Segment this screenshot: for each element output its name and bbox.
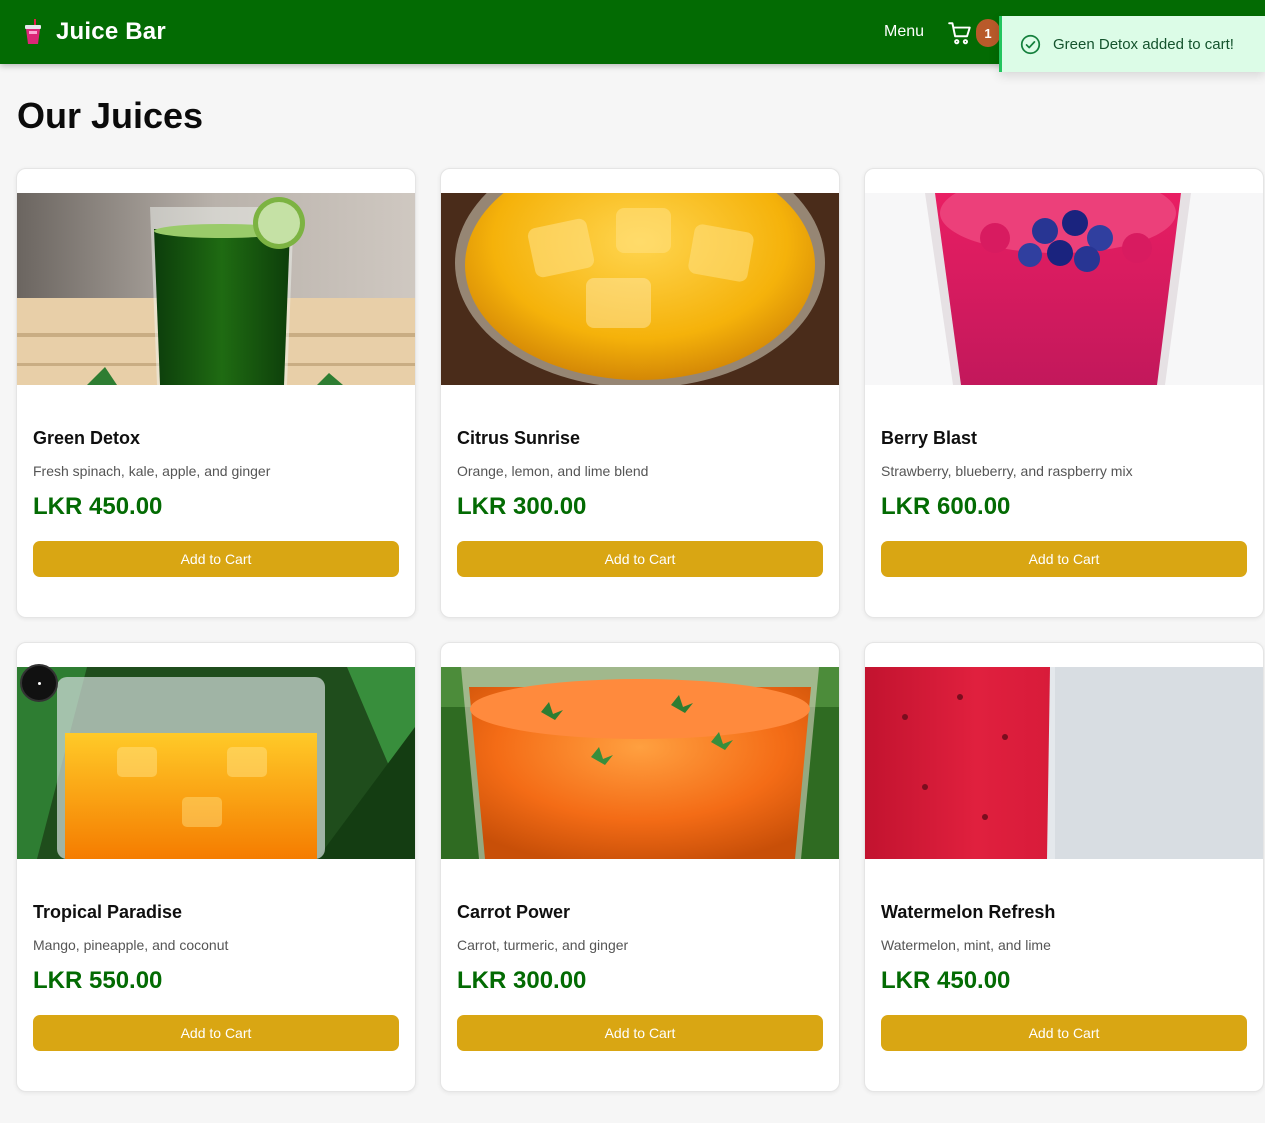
product-image-watermelon-refresh [865, 667, 1263, 859]
cart-icon[interactable] [947, 20, 973, 46]
nav-menu-link[interactable]: Menu [884, 23, 924, 41]
product-card: Watermelon Refresh Watermelon, mint, and… [864, 642, 1264, 1092]
cup-straw-icon [25, 19, 41, 44]
product-price: LKR 300.00 [457, 493, 587, 520]
product-name: Tropical Paradise [33, 902, 183, 922]
product-card: Tropical Paradise Mango, pineapple, and … [16, 642, 416, 1092]
floating-dot-button[interactable] [20, 664, 58, 702]
product-description: Orange, lemon, and lime blend [457, 463, 649, 479]
product-image-citrus-sunrise [441, 193, 839, 385]
product-name: Berry Blast [881, 428, 978, 448]
product-grid: Green Detox Fresh spinach, kale, apple, … [16, 168, 1264, 1092]
product-name: Carrot Power [457, 902, 571, 922]
brand-name: Juice Bar [56, 18, 166, 45]
add-to-cart-button[interactable]: Add to Cart [457, 1015, 823, 1051]
product-name: Green Detox [33, 428, 141, 448]
product-price: LKR 450.00 [33, 493, 163, 520]
product-card: Green Detox Fresh spinach, kale, apple, … [16, 168, 416, 618]
product-description: Fresh spinach, kale, apple, and ginger [33, 463, 271, 479]
check-circle-icon [1020, 34, 1041, 54]
product-price: LKR 600.00 [881, 493, 1011, 520]
product-price: LKR 550.00 [33, 967, 163, 994]
product-card: Berry Blast Strawberry, blueberry, and r… [864, 168, 1264, 618]
brand[interactable]: Juice Bar [22, 18, 166, 46]
add-to-cart-button[interactable]: Add to Cart [33, 1015, 399, 1051]
product-description: Watermelon, mint, and lime [881, 937, 1051, 953]
product-image-tropical-paradise [17, 667, 415, 859]
add-to-cart-button[interactable]: Add to Cart [881, 541, 1247, 577]
product-description: Carrot, turmeric, and ginger [457, 937, 629, 953]
product-image-carrot-power [441, 667, 839, 859]
product-price: LKR 300.00 [457, 967, 587, 994]
product-description: Strawberry, blueberry, and raspberry mix [881, 463, 1133, 479]
dot-icon [37, 681, 41, 685]
product-name: Watermelon Refresh [881, 902, 1056, 922]
product-description: Mango, pineapple, and coconut [33, 937, 229, 953]
toast-notification: Green Detox added to cart! [999, 16, 1265, 72]
product-price: LKR 450.00 [881, 967, 1011, 994]
toast-message: Green Detox added to cart! [1053, 35, 1234, 53]
product-image-green-detox [17, 193, 415, 385]
add-to-cart-button[interactable]: Add to Cart [457, 541, 823, 577]
product-image-berry-blast [865, 193, 1263, 385]
product-name: Citrus Sunrise [457, 428, 581, 448]
product-card: Carrot Power Carrot, turmeric, and ginge… [440, 642, 840, 1092]
cart-count-badge[interactable]: 1 [976, 19, 1000, 47]
page-title: Our Juices [17, 95, 204, 136]
add-to-cart-button[interactable]: Add to Cart [881, 1015, 1247, 1051]
add-to-cart-button[interactable]: Add to Cart [33, 541, 399, 577]
product-card: Citrus Sunrise Orange, lemon, and lime b… [440, 168, 840, 618]
